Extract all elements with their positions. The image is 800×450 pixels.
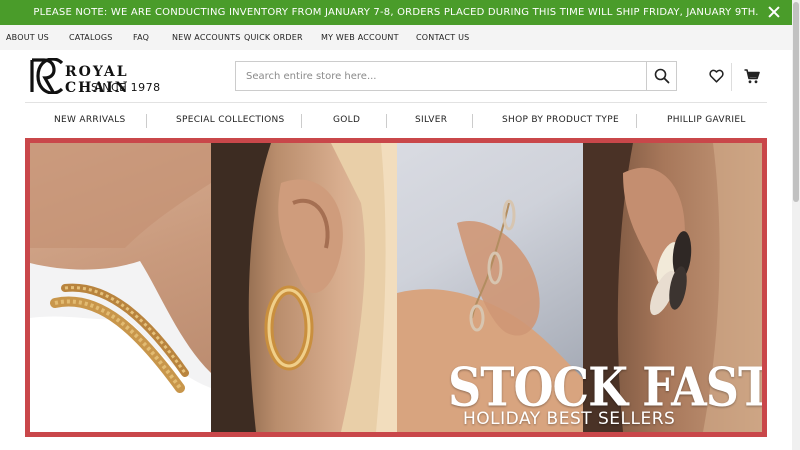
search-bar [235,61,677,91]
cart-icon [744,68,760,83]
nav-separator [472,114,473,128]
nav-separator [386,114,387,128]
hero-panel-hoop-earring [211,143,397,432]
link-faq[interactable]: FAQ [133,25,149,50]
link-new-accounts[interactable]: NEW ACCOUNTS [172,25,241,50]
nav-item-special-collections[interactable]: SPECIAL COLLECTIONS [176,103,285,137]
nav-item-new-arrivals[interactable]: NEW ARRIVALS [54,103,126,137]
wishlist-button[interactable] [705,65,727,87]
nav-item-gold[interactable]: GOLD [333,103,360,137]
heart-icon [708,69,724,83]
hero-subheadline: HOLIDAY BEST SELLERS [463,409,676,429]
search-input[interactable] [236,62,648,90]
announcement-text: PLEASE NOTE: WE ARE CONDUCTING INVENTORY… [33,7,759,18]
scrollbar-thumb[interactable] [793,2,799,202]
cart-button[interactable] [741,65,763,87]
link-catalogs[interactable]: CATALOGS [69,25,113,50]
link-my-web-account[interactable]: MY WEB ACCOUNT [321,25,399,50]
royal-chain-logo-mark [30,58,63,94]
link-about-us[interactable]: ABOUT US [6,25,49,50]
nav-item-shop-by-product-type[interactable]: SHOP BY PRODUCT TYPE [502,103,619,137]
nav-separator [146,114,147,128]
utility-nav: ABOUT US CATALOGS FAQ NEW ACCOUNTS QUICK… [0,25,792,50]
close-icon[interactable] [766,4,782,20]
header-divider [731,63,732,91]
page-scrollbar[interactable] [792,0,800,450]
hero-image: STOCK FAST! HOLIDAY BEST SELLERS [30,143,762,432]
nav-item-silver[interactable]: SILVER [415,103,447,137]
announcement-bar: PLEASE NOTE: WE ARE CONDUCTING INVENTORY… [0,0,792,25]
nav-item-phillip-gavriel[interactable]: PHILLIP GAVRIEL [667,103,746,137]
hero-banner[interactable]: STOCK FAST! HOLIDAY BEST SELLERS [25,138,767,437]
link-contact-us[interactable]: CONTACT US [416,25,469,50]
search-button[interactable] [646,62,676,90]
link-quick-order[interactable]: QUICK ORDER [244,25,303,50]
hero-panel-bangles [30,143,211,432]
nav-separator [636,114,637,128]
search-icon [654,68,669,84]
site-logo[interactable]: ROYAL CHAIN SINCE 1978 [29,58,189,96]
main-nav: NEW ARRIVALS SPECIAL COLLECTIONS GOLD SI… [25,102,767,137]
logo-since: SINCE 1978 [91,81,161,94]
nav-separator [301,114,302,128]
